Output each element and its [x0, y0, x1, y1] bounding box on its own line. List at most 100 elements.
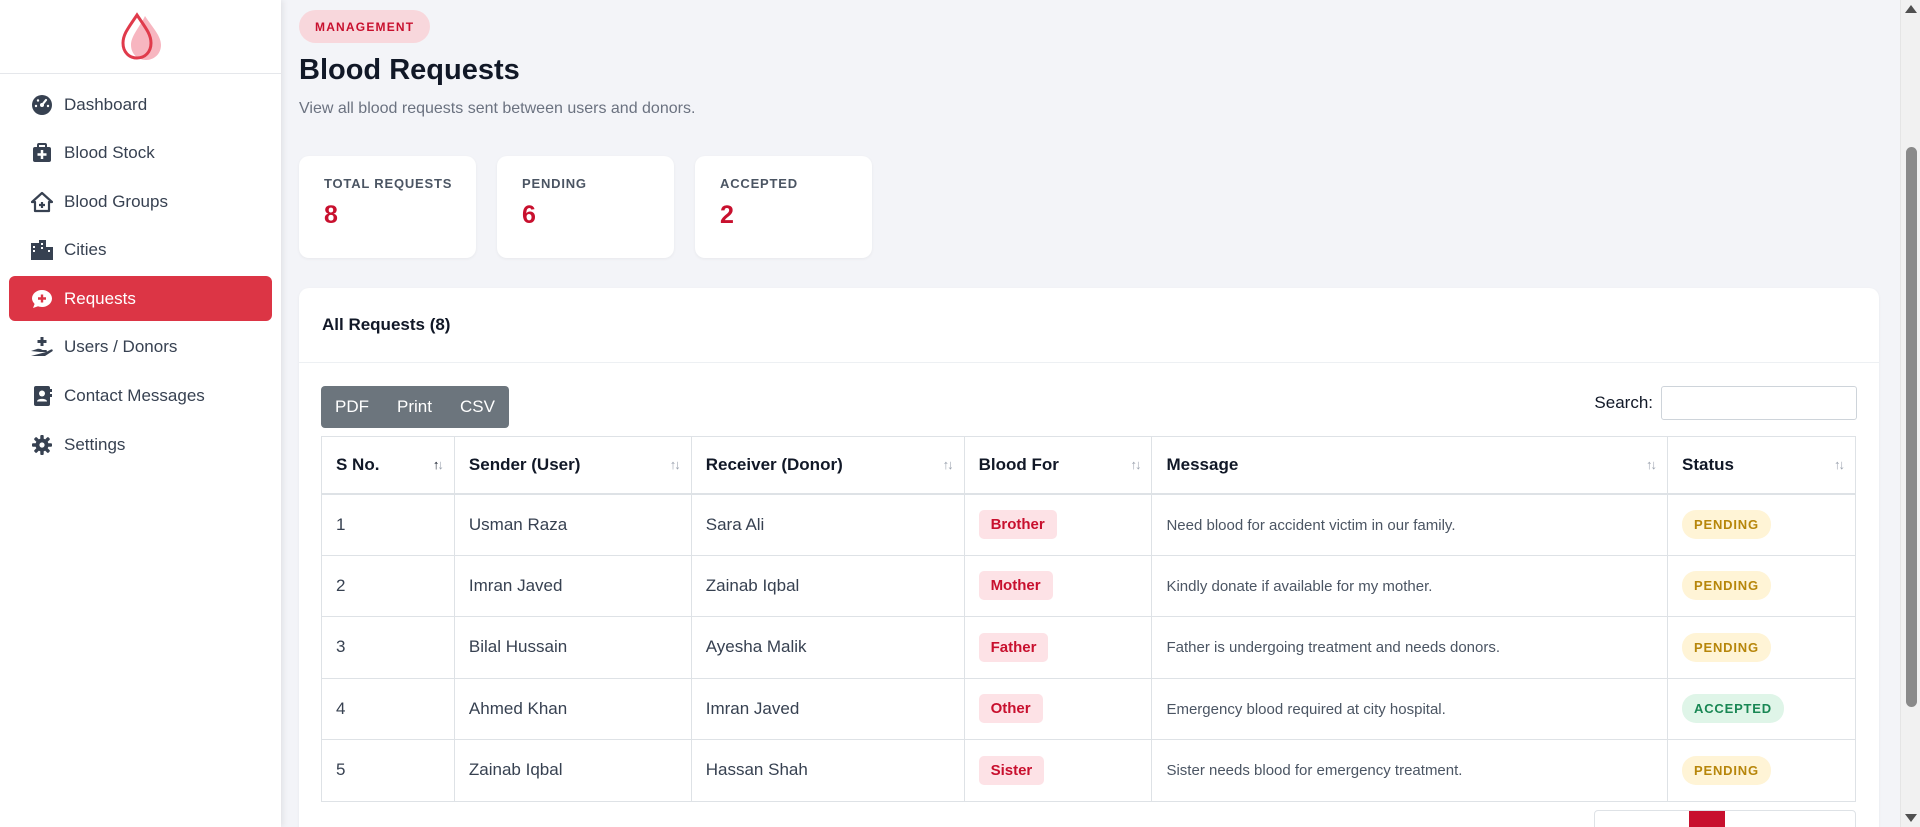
column-header-sno[interactable]: S No. ↑↓ — [321, 436, 455, 495]
cell-receiver: Sara Ali — [690, 493, 965, 556]
column-header-status[interactable]: Status ↑↓ — [1667, 436, 1856, 495]
stat-value: 2 — [720, 201, 734, 229]
table-row: 2 Imran Javed Zainab Iqbal Mother Kindly… — [321, 554, 1856, 617]
print-button[interactable]: Print — [383, 386, 446, 428]
medical-kit-icon — [30, 141, 54, 165]
cell-status: PENDING — [1667, 554, 1856, 617]
column-header-blood-for[interactable]: Blood For ↑↓ — [963, 436, 1153, 495]
page-title: Blood Requests — [299, 54, 520, 86]
csv-export-button[interactable]: CSV — [446, 386, 509, 428]
sidebar-item-settings[interactable]: Settings — [9, 422, 272, 467]
house-medical-icon — [30, 190, 54, 214]
sidebar-item-cities[interactable]: Cities — [9, 228, 272, 273]
pagination-previous-button[interactable] — [1595, 811, 1689, 827]
cell-sender: Usman Raza — [453, 493, 692, 556]
pdf-export-button[interactable]: PDF — [321, 386, 383, 428]
cell-status: PENDING — [1667, 493, 1856, 556]
cell-message: Need blood for accident victim in our fa… — [1151, 493, 1669, 556]
cell-receiver: Hassan Shah — [690, 739, 965, 802]
blood-for-pill: Other — [978, 694, 1043, 724]
cell-sno: 3 — [321, 616, 455, 679]
table-row: 1 Usman Raza Sara Ali Brother Need blood… — [321, 493, 1856, 556]
requests-card: All Requests (8) PDF Print CSV Search: S… — [299, 288, 1879, 827]
sidebar-item-blood-groups[interactable]: Blood Groups — [9, 179, 272, 224]
sidebar-item-contact-messages[interactable]: Contact Messages — [9, 374, 272, 419]
status-badge: PENDING — [1682, 632, 1771, 662]
cell-sender: Imran Javed — [453, 554, 692, 617]
requests-table: S No. ↑↓ Sender (User) ↑↓ Receiver (Donor)… — [321, 436, 1856, 802]
sort-icon: ↑↓ — [669, 457, 681, 472]
pagination-page-current[interactable] — [1689, 811, 1725, 827]
cell-status: ACCEPTED — [1667, 677, 1856, 740]
column-header-sender[interactable]: Sender (User) ↑↓ — [453, 436, 692, 495]
stat-card-total-requests: TOTAL REQUESTS 8 — [299, 156, 476, 258]
cell-receiver: Ayesha Malik — [690, 616, 965, 679]
stat-value: 6 — [522, 201, 536, 229]
sidebar: Dashboard Blood Stock Blood Groups Citie… — [0, 0, 281, 827]
card-title: All Requests (8) — [299, 288, 1879, 363]
column-header-receiver[interactable]: Receiver (Donor) ↑↓ — [690, 436, 965, 495]
export-button-group: PDF Print CSV — [321, 386, 509, 428]
blood-for-pill: Brother — [978, 510, 1057, 539]
cell-sender: Ahmed Khan — [453, 677, 692, 740]
sidebar-item-label: Dashboard — [64, 94, 148, 114]
blood-for-pill: Sister — [978, 755, 1045, 785]
cell-sender: Bilal Hussain — [453, 616, 692, 679]
main-content: MANAGEMENT Blood Requests View all blood… — [281, 0, 1920, 827]
sidebar-item-label: Cities — [64, 240, 107, 260]
sidebar-item-label: Contact Messages — [64, 386, 205, 406]
pagination — [1594, 810, 1856, 827]
table-row: 4 Ahmed Khan Imran Javed Other Emergency… — [321, 677, 1856, 740]
stat-label: ACCEPTED — [720, 176, 798, 191]
blood-drop-logo[interactable] — [119, 11, 163, 62]
blood-for-pill: Father — [978, 632, 1049, 662]
sidebar-item-label: Requests — [64, 288, 136, 308]
stat-label: TOTAL REQUESTS — [324, 176, 453, 191]
section-badge: MANAGEMENT — [299, 10, 431, 43]
page-scrollbar[interactable] — [1900, 0, 1920, 827]
sidebar-item-blood-stock[interactable]: Blood Stock — [9, 131, 272, 176]
sidebar-item-label: Settings — [64, 434, 126, 454]
page-subtitle: View all blood requests sent between use… — [299, 100, 696, 117]
cell-message: Kindly donate if available for my mother… — [1151, 554, 1669, 617]
cell-sno: 1 — [321, 493, 455, 556]
scrollbar-thumb[interactable] — [1906, 147, 1917, 707]
cell-message: Father is undergoing treatment and needs… — [1151, 616, 1669, 679]
scroll-down-arrow-icon[interactable] — [1905, 814, 1917, 822]
table-row: 3 Bilal Hussain Ayesha Malik Father Fath… — [321, 616, 1856, 679]
cell-receiver: Zainab Iqbal — [690, 554, 965, 617]
stat-label: PENDING — [522, 176, 587, 191]
address-book-icon — [30, 384, 54, 408]
sidebar-nav: Dashboard Blood Stock Blood Groups Citie… — [0, 74, 281, 467]
sort-icon: ↑↓ — [1646, 457, 1657, 472]
status-badge: PENDING — [1682, 571, 1771, 601]
status-badge: PENDING — [1682, 755, 1771, 785]
cell-blood-for: Mother — [963, 554, 1153, 617]
cell-blood-for: Other — [963, 677, 1153, 740]
sidebar-item-users-donors[interactable]: Users / Donors — [9, 325, 272, 370]
dashboard-gauge-icon — [30, 93, 54, 117]
hand-holding-medical-icon — [30, 335, 54, 359]
stat-card-pending: PENDING 6 — [497, 156, 674, 258]
pagination-next-button[interactable] — [1761, 811, 1855, 827]
sort-icon: ↑↓ — [1130, 457, 1141, 472]
stat-value: 8 — [324, 201, 338, 229]
sidebar-item-label: Users / Donors — [64, 337, 178, 357]
cell-sender: Zainab Iqbal — [453, 739, 692, 802]
column-header-message[interactable]: Message ↑↓ — [1151, 436, 1669, 495]
table-search: Search: — [1594, 386, 1857, 420]
scroll-up-arrow-icon[interactable] — [1905, 5, 1917, 13]
logo-area — [0, 0, 281, 74]
pagination-page-button[interactable] — [1725, 811, 1761, 827]
cell-message: Sister needs blood for emergency treatme… — [1151, 739, 1669, 802]
gear-icon — [30, 433, 54, 457]
cell-blood-for: Brother — [963, 493, 1153, 556]
sidebar-item-requests[interactable]: Requests — [9, 276, 272, 322]
cell-status: PENDING — [1667, 739, 1856, 802]
cell-blood-for: Sister — [963, 739, 1153, 802]
search-label: Search: — [1594, 393, 1653, 412]
status-badge: PENDING — [1682, 510, 1771, 539]
search-input[interactable] — [1661, 386, 1857, 420]
sidebar-item-dashboard[interactable]: Dashboard — [9, 82, 272, 127]
sort-icon: ↑↓ — [1834, 457, 1845, 472]
